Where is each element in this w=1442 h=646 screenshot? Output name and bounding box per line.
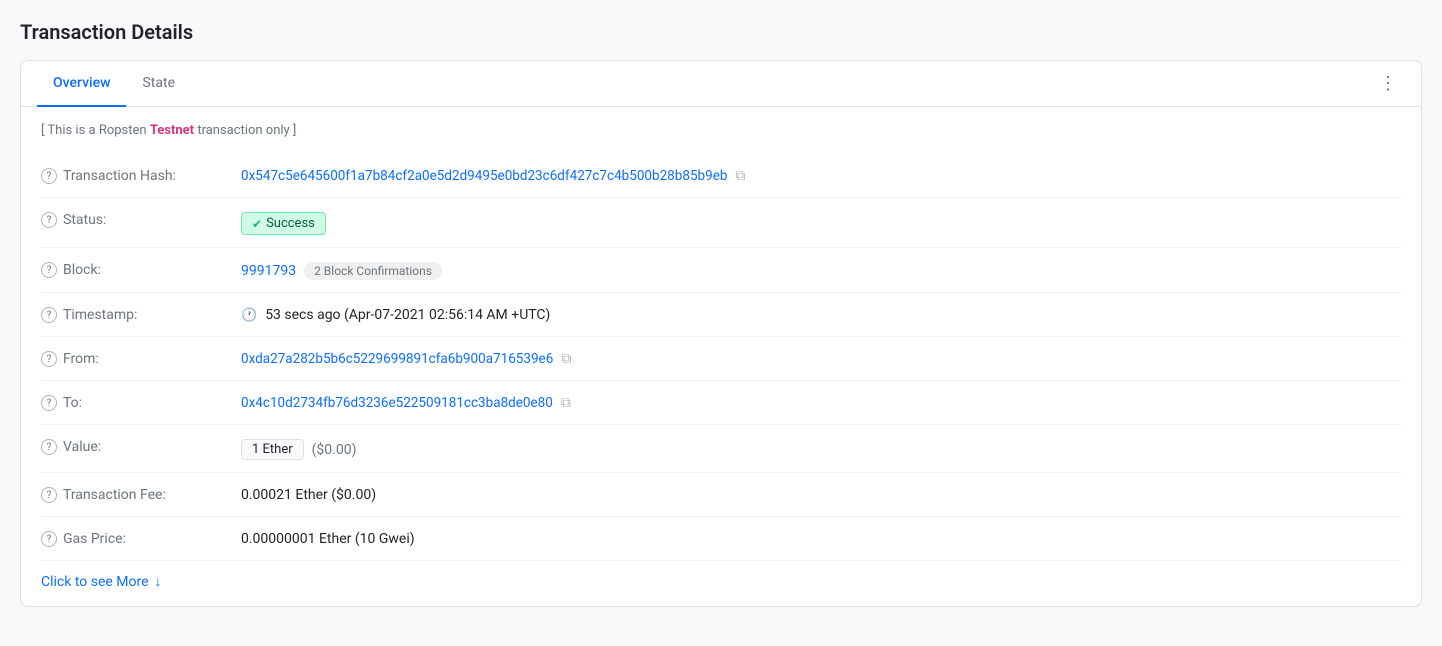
clock-icon: 🕐 — [241, 308, 257, 323]
status-value: ✔ Success — [241, 210, 1401, 235]
timestamp-value: 🕐 53 secs ago (Apr-07-2021 02:56:14 AM +… — [241, 305, 1401, 323]
to-address-link[interactable]: 0x4c10d2734fb76d3236e522509181cc3ba8de0e… — [241, 395, 553, 411]
block-number-link[interactable]: 9991793 — [241, 263, 296, 279]
ellipsis-icon: ⋮ — [1379, 73, 1397, 94]
gas-price-value: 0.00000001 Ether (10 Gwei) — [241, 529, 1401, 547]
click-more-link[interactable]: Click to see More ↓ — [41, 573, 162, 590]
block-help-icon[interactable]: ? — [41, 262, 57, 278]
testnet-notice: [ This is a Ropsten Testnet transaction … — [41, 123, 1401, 138]
transaction-hash-link[interactable]: 0x547c5e645600f1a7b84cf2a0e5d2d9495e0bd2… — [241, 168, 727, 184]
gas-price-row: ? Gas Price: 0.00000001 Ether (10 Gwei) — [41, 517, 1401, 561]
status-badge: ✔ Success — [241, 212, 326, 235]
block-label: ? Block: — [41, 260, 241, 278]
transaction-hash-help-icon[interactable]: ? — [41, 168, 57, 184]
block-value: 9991793 2 Block Confirmations — [241, 260, 1401, 280]
to-value: 0x4c10d2734fb76d3236e522509181cc3ba8de0e… — [241, 393, 1401, 411]
confirmations-badge: 2 Block Confirmations — [304, 262, 442, 280]
timestamp-label: ? Timestamp: — [41, 305, 241, 323]
click-more-container: Click to see More ↓ — [41, 561, 1401, 590]
from-address-link[interactable]: 0xda27a282b5b6c5229699891cfa6b900a716539… — [241, 351, 553, 367]
transaction-hash-row: ? Transaction Hash: 0x547c5e645600f1a7b8… — [41, 154, 1401, 198]
status-label: ? Status: — [41, 210, 241, 228]
value-usd: ($0.00) — [312, 442, 357, 458]
transaction-fee-label: ? Transaction Fee: — [41, 485, 241, 503]
transaction-fee-help-icon[interactable]: ? — [41, 487, 57, 503]
tab-overview[interactable]: Overview — [37, 61, 126, 107]
page-title: Transaction Details — [20, 20, 1422, 44]
transaction-fee-value: 0.00021 Ether ($0.00) — [241, 485, 1401, 503]
from-label: ? From: — [41, 349, 241, 367]
arrow-down-icon: ↓ — [155, 573, 162, 590]
card-body: [ This is a Ropsten Testnet transaction … — [21, 107, 1421, 606]
testnet-prefix: [ This is a Ropsten — [41, 123, 150, 138]
from-value: 0xda27a282b5b6c5229699891cfa6b900a716539… — [241, 349, 1401, 367]
transaction-details-card: Overview State ⋮ [ This is a Ropsten Tes… — [20, 60, 1422, 607]
status-help-icon[interactable]: ? — [41, 212, 57, 228]
block-row: ? Block: 9991793 2 Block Confirmations — [41, 248, 1401, 293]
testnet-suffix: transaction only ] — [194, 123, 296, 138]
to-label: ? To: — [41, 393, 241, 411]
from-help-icon[interactable]: ? — [41, 351, 57, 367]
value-value: 1 Ether ($0.00) — [241, 437, 1401, 460]
status-row: ? Status: ✔ Success — [41, 198, 1401, 248]
from-row: ? From: 0xda27a282b5b6c5229699891cfa6b90… — [41, 337, 1401, 381]
timestamp-row: ? Timestamp: 🕐 53 secs ago (Apr-07-2021 … — [41, 293, 1401, 337]
to-copy-icon[interactable]: ⧉ — [561, 395, 571, 411]
testnet-highlight: Testnet — [150, 123, 194, 138]
gas-price-help-icon[interactable]: ? — [41, 531, 57, 547]
timestamp-help-icon[interactable]: ? — [41, 307, 57, 323]
gas-price-label: ? Gas Price: — [41, 529, 241, 547]
transaction-fee-row: ? Transaction Fee: 0.00021 Ether ($0.00) — [41, 473, 1401, 517]
transaction-hash-value: 0x547c5e645600f1a7b84cf2a0e5d2d9495e0bd2… — [241, 166, 1401, 184]
status-check-icon: ✔ — [252, 217, 262, 231]
value-row: ? Value: 1 Ether ($0.00) — [41, 425, 1401, 473]
to-row: ? To: 0x4c10d2734fb76d3236e522509181cc3b… — [41, 381, 1401, 425]
tabs-bar: Overview State ⋮ — [21, 61, 1421, 107]
value-label: ? Value: — [41, 437, 241, 455]
transaction-hash-label: ? Transaction Hash: — [41, 166, 241, 184]
to-help-icon[interactable]: ? — [41, 395, 57, 411]
overflow-menu-button[interactable]: ⋮ — [1371, 65, 1405, 102]
transaction-hash-copy-icon[interactable]: ⧉ — [735, 168, 745, 184]
value-help-icon[interactable]: ? — [41, 439, 57, 455]
ether-badge: 1 Ether — [241, 439, 304, 460]
timestamp-text: 53 secs ago (Apr-07-2021 02:56:14 AM +UT… — [265, 307, 550, 323]
from-copy-icon[interactable]: ⧉ — [561, 351, 571, 367]
tab-state[interactable]: State — [126, 61, 191, 107]
